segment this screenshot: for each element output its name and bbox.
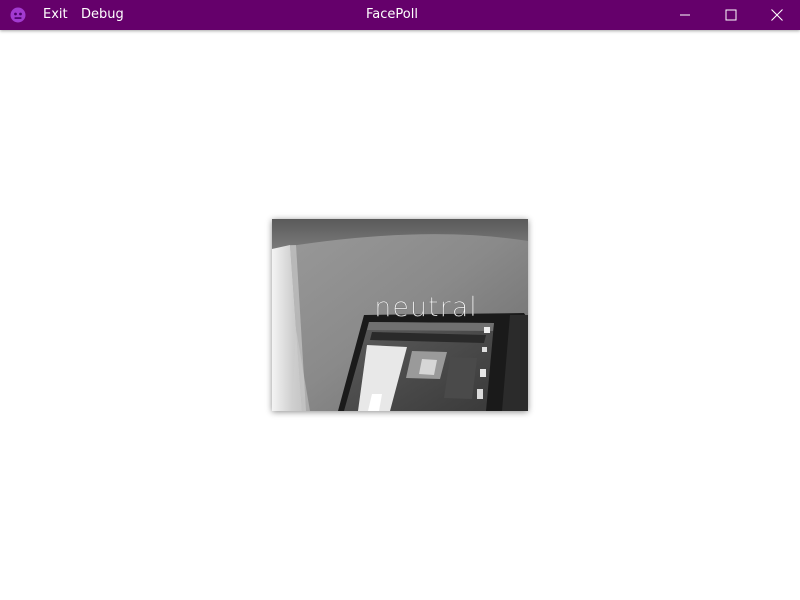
maximize-button[interactable] bbox=[708, 0, 754, 30]
minimize-icon bbox=[680, 14, 690, 16]
app-window: Exit Debug FacePoll neutral bbox=[0, 0, 800, 600]
camera-feed: neutral bbox=[272, 219, 528, 411]
emotion-label: neutral bbox=[374, 292, 478, 323]
close-button[interactable] bbox=[754, 0, 800, 30]
title-bar[interactable]: Exit Debug FacePoll bbox=[0, 0, 800, 30]
minimize-button[interactable] bbox=[662, 0, 708, 30]
close-icon bbox=[771, 9, 783, 21]
maximize-icon bbox=[725, 9, 737, 21]
